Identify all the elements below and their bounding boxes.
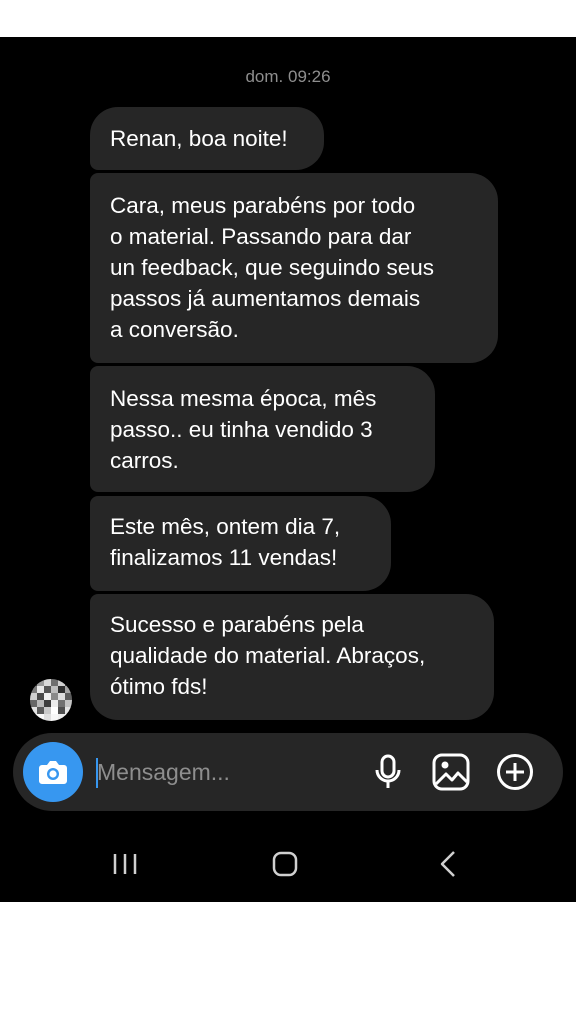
gallery-icon: [432, 753, 470, 791]
back-icon: [440, 851, 455, 877]
system-navigation-bar: [0, 827, 576, 902]
message-bubble[interactable]: Cara, meus parabéns por todo o material.…: [90, 173, 498, 363]
chat-screen: dom. 09:26 Renan, boa noite! Cara, meus …: [0, 37, 576, 902]
message-bubble[interactable]: Renan, boa noite!: [90, 107, 324, 170]
message-bubble[interactable]: Nessa mesma época, mês passo.. eu tinha …: [90, 366, 435, 492]
camera-icon: [39, 761, 67, 784]
camera-button[interactable]: [23, 742, 83, 802]
message-bubble[interactable]: Este mês, ontem dia 7, finalizamos 11 ve…: [90, 496, 391, 591]
recent-apps-icon: [113, 854, 137, 874]
home-button[interactable]: [260, 839, 310, 889]
more-options-button[interactable]: [495, 752, 535, 792]
sender-avatar[interactable]: [30, 679, 72, 721]
microphone-button[interactable]: [368, 752, 408, 792]
message-input[interactable]: [97, 752, 347, 792]
message-bubble[interactable]: Sucesso e parabéns pela qualidade do mat…: [90, 594, 494, 720]
plus-circle-icon: [497, 754, 533, 790]
microphone-icon: [375, 754, 401, 788]
gallery-button[interactable]: [431, 752, 471, 792]
message-composer: [13, 733, 563, 811]
back-button[interactable]: [423, 839, 473, 889]
recent-apps-button[interactable]: [100, 839, 150, 889]
message-timestamp: dom. 09:26: [245, 67, 331, 86]
home-icon: [272, 851, 298, 877]
